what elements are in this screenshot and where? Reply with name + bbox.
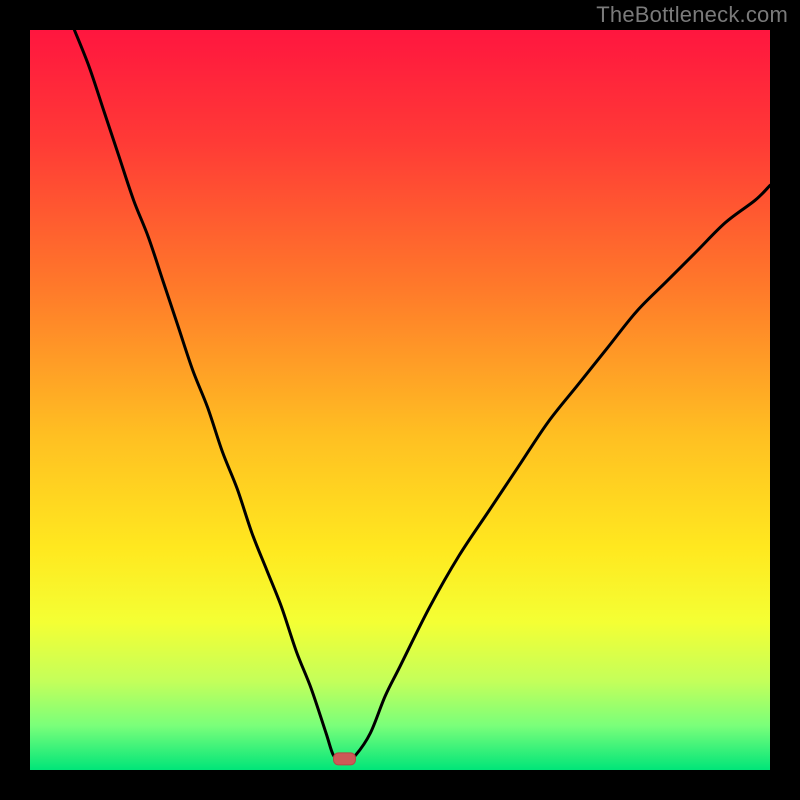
chart-frame: TheBottleneck.com [0,0,800,800]
watermark-label: TheBottleneck.com [596,2,788,28]
bottleneck-chart [30,30,770,770]
min-marker [334,753,356,765]
gradient-background [30,30,770,770]
